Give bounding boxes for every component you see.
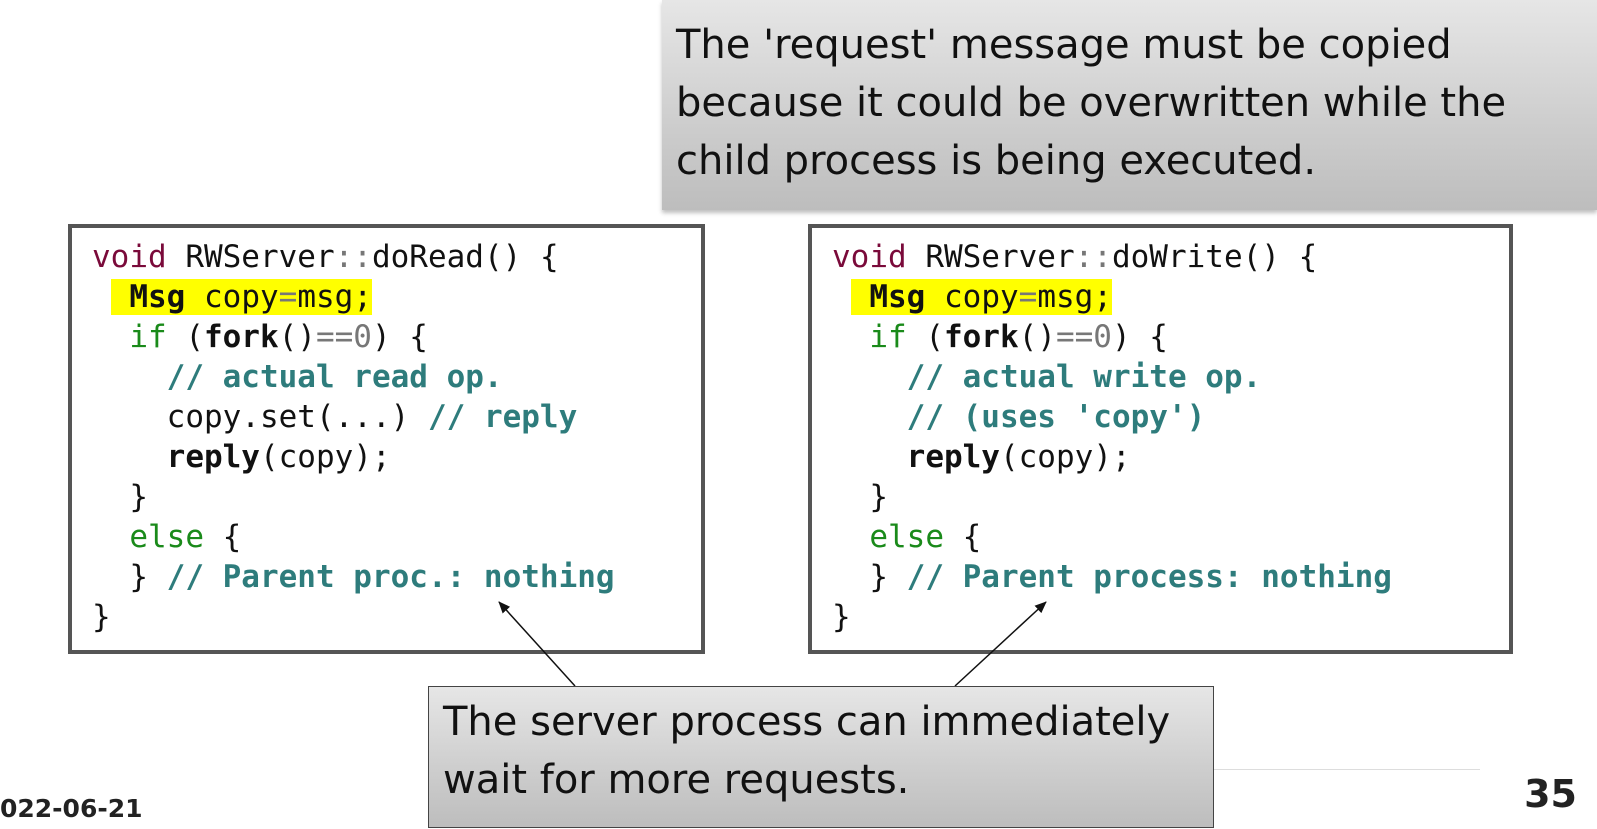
code-line: } xyxy=(92,597,701,637)
code-line: } // Parent proc.: nothing xyxy=(92,557,701,597)
code-text: ( xyxy=(906,319,944,355)
code-line: // actual read op. xyxy=(92,357,701,397)
code-text: } xyxy=(869,559,907,595)
code-text: () xyxy=(1018,319,1056,355)
footer-divider xyxy=(1214,769,1480,770)
code-text: RWServer xyxy=(906,239,1075,275)
code-text: (copy); xyxy=(999,439,1131,475)
code-line: reply(copy); xyxy=(832,437,1509,477)
code-operator: :: xyxy=(334,239,372,275)
callout-top-line: child process is being executed. xyxy=(676,138,1317,184)
code-line: else { xyxy=(832,517,1509,557)
callout-bottom-line: wait for more requests. xyxy=(443,757,910,803)
code-control: if xyxy=(869,319,907,355)
code-line: if (fork()==0) { xyxy=(832,317,1509,357)
code-line: void RWServer::doWrite() { xyxy=(832,237,1509,277)
code-line: } xyxy=(832,597,1509,637)
code-keyword: void xyxy=(92,239,167,275)
code-reply: reply xyxy=(166,439,260,475)
code-text: } xyxy=(832,599,851,635)
code-text: } xyxy=(129,559,167,595)
code-operator: = xyxy=(1018,279,1038,315)
code-text: () xyxy=(278,319,316,355)
code-text: msg; xyxy=(297,279,372,315)
code-operator: = xyxy=(278,279,298,315)
code-text: { xyxy=(943,519,982,555)
code-text: doWrite() { xyxy=(1111,239,1318,275)
callout-top-line: because it could be overwritten while th… xyxy=(676,80,1507,126)
code-box-dowrite: void RWServer::doWrite() { Msg copy=msg;… xyxy=(808,224,1513,654)
code-operator: == xyxy=(315,319,354,355)
code-keyword: void xyxy=(832,239,907,275)
callout-top-line: The 'request' message must be copied xyxy=(676,22,1452,68)
code-text: ) { xyxy=(1111,319,1168,355)
page-number: 35 xyxy=(1524,772,1577,816)
code-reply: reply xyxy=(906,439,1000,475)
code-control: if xyxy=(129,319,167,355)
code-text: copy.set(...) xyxy=(166,399,428,435)
footer-date: 022-06-21 xyxy=(0,794,143,823)
code-text: RWServer xyxy=(166,239,335,275)
code-comment: // Parent process: nothing xyxy=(906,559,1392,595)
code-type: Msg xyxy=(869,279,926,315)
code-line: } xyxy=(92,477,701,517)
code-text: (copy); xyxy=(259,439,391,475)
code-comment: // reply xyxy=(427,399,578,435)
code-line: // actual write op. xyxy=(832,357,1509,397)
code-line: copy.set(...) // reply xyxy=(92,397,701,437)
code-text: ) { xyxy=(371,319,428,355)
code-operator: == xyxy=(1055,319,1094,355)
code-control: else xyxy=(869,519,944,555)
code-fork: fork xyxy=(943,319,1019,355)
code-operator: :: xyxy=(1074,239,1112,275)
code-text: doRead() { xyxy=(371,239,559,275)
code-control: else xyxy=(129,519,204,555)
code-text: msg; xyxy=(1037,279,1112,315)
code-line: else { xyxy=(92,517,701,557)
code-comment: // actual read op. xyxy=(166,359,503,395)
callout-bottom: The server process can immediately wait … xyxy=(428,686,1214,828)
code-line: } xyxy=(832,477,1509,517)
code-fork: fork xyxy=(203,319,279,355)
code-text: copy xyxy=(185,279,279,315)
code-text: } xyxy=(869,479,888,515)
code-text: ( xyxy=(166,319,204,355)
code-line: } // Parent process: nothing xyxy=(832,557,1509,597)
code-comment: // (uses 'copy') xyxy=(906,399,1206,435)
highlight-copy-statement: Msg copy=msg; xyxy=(110,279,372,315)
code-line-highlighted: Msg copy=msg; xyxy=(92,277,701,317)
code-text: } xyxy=(129,479,148,515)
code-comment: // actual write op. xyxy=(906,359,1262,395)
code-type: Msg xyxy=(129,279,186,315)
code-line: if (fork()==0) { xyxy=(92,317,701,357)
code-comment: // Parent proc.: nothing xyxy=(166,559,615,595)
callout-top: The 'request' message must be copied bec… xyxy=(662,0,1597,210)
callout-bottom-line: The server process can immediately xyxy=(443,699,1171,745)
code-number: 0 xyxy=(1093,319,1112,355)
highlight-copy-statement: Msg copy=msg; xyxy=(850,279,1112,315)
code-text: copy xyxy=(925,279,1019,315)
code-line-highlighted: Msg copy=msg; xyxy=(832,277,1509,317)
code-text: { xyxy=(203,519,242,555)
code-line: reply(copy); xyxy=(92,437,701,477)
code-box-doread: void RWServer::doRead() { Msg copy=msg; … xyxy=(68,224,705,654)
code-line: // (uses 'copy') xyxy=(832,397,1509,437)
code-text: } xyxy=(92,599,111,635)
code-line: void RWServer::doRead() { xyxy=(92,237,701,277)
code-number: 0 xyxy=(353,319,372,355)
